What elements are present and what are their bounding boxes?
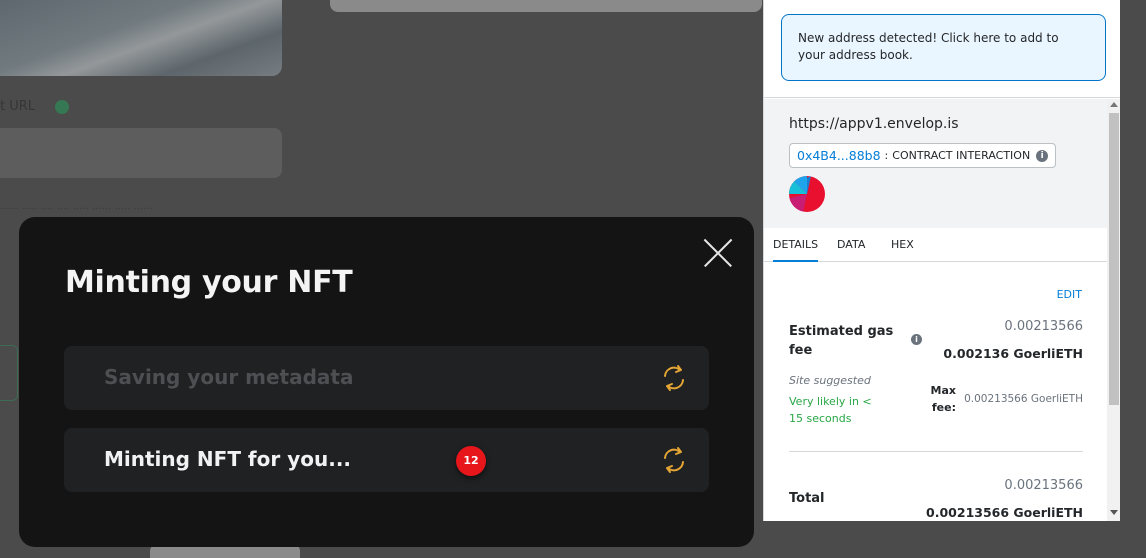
gas-fee-secondary: 0.00213566 (1004, 319, 1083, 334)
alert-area: New address detected! Click here to add … (764, 0, 1120, 98)
step-label: Minting NFT for you... (104, 447, 352, 471)
gas-timing-estimate: Very likely in < 15 seconds (789, 395, 872, 425)
site-suggested-label[interactable]: Site suggested (789, 374, 871, 387)
total-secondary: 0.00213566 (1004, 478, 1083, 493)
tab-details[interactable]: DETAILS (773, 238, 819, 262)
contract-kind: CONTRACT INTERACTION (892, 149, 1031, 162)
divider (789, 451, 1083, 452)
background-banner-image (0, 0, 282, 76)
notification-badge: 12 (456, 446, 486, 476)
transaction-details-scroll[interactable]: https://appv1.envelop.is 0x4B4...88b8 : … (764, 99, 1107, 521)
contract-pill[interactable]: 0x4B4...88b8 : CONTRACT INTERACTION i (789, 143, 1057, 168)
background-left-card (0, 345, 18, 401)
contract-separator: : (884, 149, 889, 162)
scroll-up-arrow-icon[interactable] (1110, 102, 1118, 107)
step-saving-metadata: Saving your metadata (64, 346, 709, 410)
scrollbar[interactable] (1107, 99, 1120, 521)
modal-title: Minting your NFT (65, 265, 353, 300)
tab-hex[interactable]: HEX (891, 238, 914, 251)
tab-data[interactable]: DATA (837, 238, 865, 251)
background-status-dot (55, 100, 69, 114)
scroll-down-arrow-icon[interactable] (1110, 510, 1118, 515)
estimated-gas-fee-label: Estimated gas fee (789, 324, 894, 358)
origin-url: https://appv1.envelop.is (789, 116, 959, 132)
max-fee-label: Max fee: (930, 384, 956, 414)
step-minting-nft: Minting NFT for you... 12 (64, 428, 709, 492)
info-icon[interactable]: i (1036, 149, 1049, 162)
background-url-input (0, 128, 282, 178)
transaction-header: https://appv1.envelop.is 0x4B4...88b8 : … (764, 99, 1107, 228)
background-top-bar (330, 0, 762, 12)
contract-address[interactable]: 0x4B4...88b8 (797, 148, 881, 163)
max-fee-value: 0.00213566 GoerliETH (964, 393, 1083, 405)
new-address-alert[interactable]: New address detected! Click here to add … (781, 14, 1106, 81)
info-icon[interactable]: i (911, 334, 922, 345)
details-tabs: DETAILS DATA HEX (764, 228, 1107, 262)
background-url-label: t URL (0, 99, 36, 114)
total-label: Total (789, 491, 825, 506)
account-avatar (789, 176, 825, 212)
refresh-icon (664, 447, 684, 473)
edit-gas-link[interactable]: EDIT (1057, 288, 1082, 301)
background-hint-text: ...... ..... .... .... ..... ...... ....… (0, 201, 153, 211)
metamask-popup: New address detected! Click here to add … (763, 0, 1120, 521)
scrollbar-thumb[interactable] (1109, 113, 1119, 405)
close-icon[interactable] (703, 238, 733, 268)
total-primary: 0.00213566 GoerliETH (926, 505, 1083, 520)
minting-modal: Minting your NFT Saving your metadata Mi… (19, 217, 754, 547)
step-label: Saving your metadata (104, 365, 354, 389)
gas-fee-primary: 0.002136 GoerliETH (943, 346, 1083, 361)
refresh-icon (664, 365, 684, 391)
